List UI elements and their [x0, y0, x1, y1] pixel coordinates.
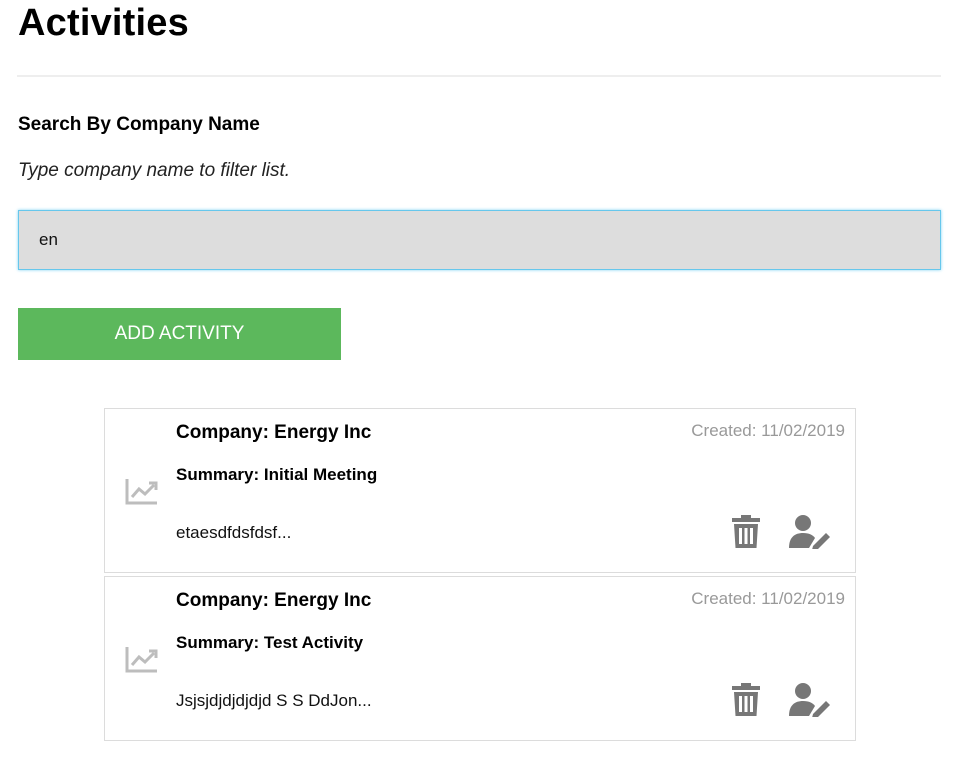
- activity-card: Company: Energy Inc Created: 11/02/2019 …: [104, 408, 856, 573]
- activity-company: Company: Energy Inc: [176, 590, 372, 611]
- activity-created-date: Created: 11/02/2019: [691, 589, 845, 608]
- user-edit-icon[interactable]: [789, 515, 831, 549]
- search-label: Search By Company Name: [18, 114, 260, 135]
- chart-line-icon: [125, 477, 159, 505]
- page-title: Activities: [18, 2, 189, 44]
- activity-list: Company: Energy Inc Created: 11/02/2019 …: [104, 408, 856, 744]
- activity-card: Company: Energy Inc Created: 11/02/2019 …: [104, 576, 856, 741]
- activity-summary: Summary: Initial Meeting: [176, 465, 378, 484]
- trash-icon[interactable]: [731, 515, 761, 549]
- header-divider: [17, 75, 941, 77]
- activity-description: etaesdfdsfdsf...: [176, 523, 292, 542]
- user-edit-icon[interactable]: [789, 683, 831, 717]
- activity-created-date: Created: 11/02/2019: [691, 421, 845, 440]
- search-hint: Type company name to filter list.: [18, 160, 291, 181]
- search-input[interactable]: [18, 210, 941, 270]
- activity-summary: Summary: Test Activity: [176, 633, 364, 652]
- add-activity-button[interactable]: ADD ACTIVITY: [18, 308, 341, 360]
- activity-description: Jsjsjdjdjdjdjd S S DdJon...: [176, 691, 372, 710]
- activity-company: Company: Energy Inc: [176, 422, 372, 443]
- trash-icon[interactable]: [731, 683, 761, 717]
- chart-line-icon: [125, 645, 159, 673]
